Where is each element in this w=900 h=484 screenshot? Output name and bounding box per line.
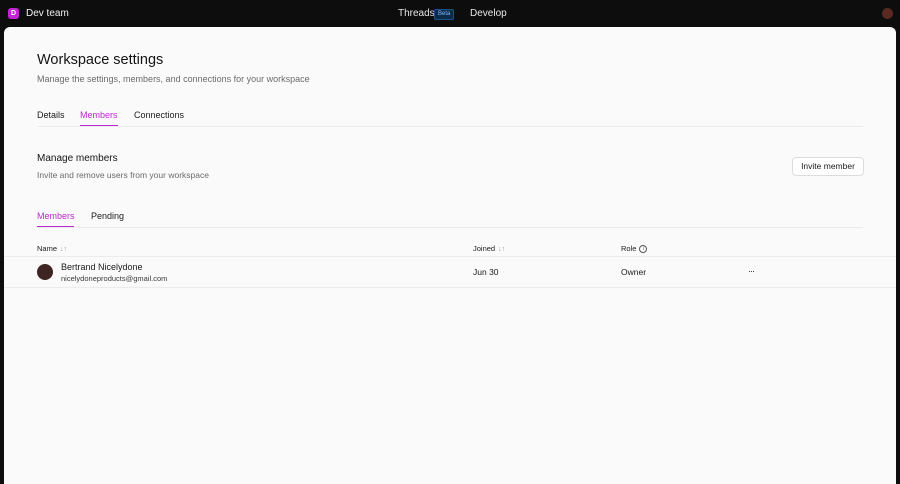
column-role-label: Role: [621, 244, 637, 253]
section-title: Manage members: [37, 153, 118, 164]
avatar: [37, 264, 53, 280]
page-subtitle: Manage the settings, members, and connec…: [37, 74, 310, 84]
subtabs-divider: [37, 227, 863, 228]
invite-member-button[interactable]: Invite member: [792, 157, 864, 176]
column-name-label: Name: [37, 244, 58, 253]
column-joined-label: Joined: [473, 244, 496, 253]
section-subtitle: Invite and remove users from your worksp…: [37, 170, 209, 180]
member-email: nicelydoneproducts@gmail.com: [61, 274, 168, 283]
workspace-logo-icon[interactable]: D: [8, 8, 19, 19]
workspace-name[interactable]: Dev team: [26, 7, 69, 20]
member-joined: Jun 30: [473, 267, 499, 277]
subtab-pending[interactable]: Pending: [91, 210, 124, 222]
member-name: Bertrand Nicelydone: [61, 262, 143, 272]
column-header-name[interactable]: Name ↓↑: [37, 244, 67, 255]
nav-threads[interactable]: Threads: [398, 7, 435, 20]
tab-connections[interactable]: Connections: [134, 109, 184, 121]
page-title: Workspace settings: [37, 52, 164, 68]
sort-icon[interactable]: ↓↑: [498, 245, 505, 255]
header-divider: [4, 256, 896, 257]
top-bar: D Dev team Threads Beta Develop: [0, 0, 900, 27]
sort-icon[interactable]: ↓↑: [60, 245, 67, 255]
row-divider: [4, 287, 896, 288]
tab-members[interactable]: Members: [80, 109, 118, 121]
member-role: Owner: [621, 267, 647, 277]
user-avatar[interactable]: [882, 8, 893, 19]
info-icon[interactable]: i: [639, 245, 648, 254]
beta-badge: Beta: [434, 9, 455, 20]
column-header-joined[interactable]: Joined ↓↑: [473, 244, 505, 255]
settings-panel: Workspace settings Manage the settings, …: [4, 27, 896, 484]
more-options-icon[interactable]: ···: [748, 266, 755, 277]
tab-details[interactable]: Details: [37, 109, 65, 121]
column-header-role: Role i: [621, 244, 648, 254]
subtab-members[interactable]: Members: [37, 210, 75, 222]
nav-develop[interactable]: Develop: [470, 7, 507, 20]
tabs-divider: [37, 126, 863, 127]
